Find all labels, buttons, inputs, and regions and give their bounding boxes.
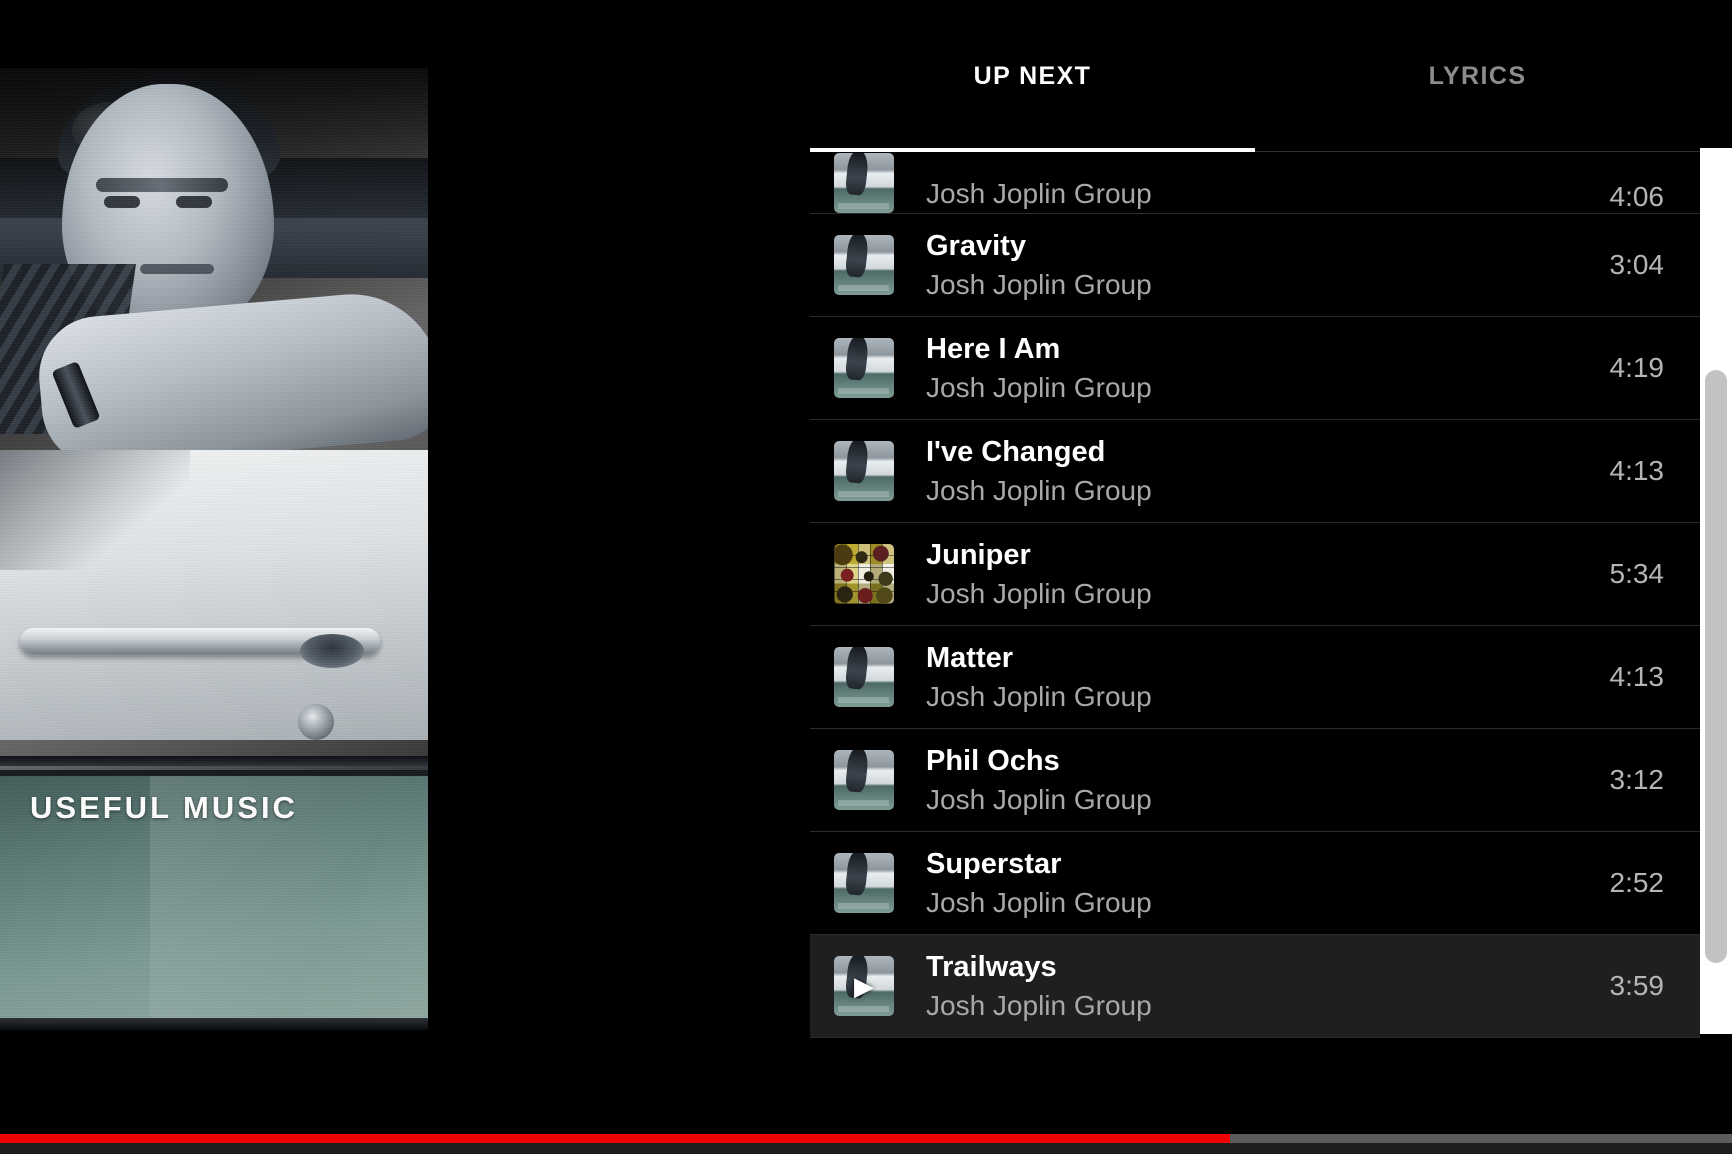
track-thumbnail <box>834 235 894 295</box>
track-artist: Josh Joplin Group <box>926 178 1152 210</box>
track-artist: Josh Joplin Group <box>926 989 1152 1021</box>
queue-panel: UP NEXT LYRICS Josh Joplin Group 4:06 Grav… <box>810 0 1700 1134</box>
vertical-scrollbar[interactable] <box>1700 148 1732 1034</box>
track-title: Here I Am <box>926 332 1061 365</box>
car-trim-line <box>0 756 428 766</box>
track-meta: Gravity Josh Joplin Group <box>926 227 1610 304</box>
track-artist: Josh Joplin Group <box>926 371 1152 403</box>
car-body-shadow <box>0 450 190 570</box>
track-title: Trailways <box>926 950 1057 983</box>
track-meta: Superstar Josh Joplin Group <box>926 845 1610 922</box>
play-icon: ▶ <box>854 971 874 1001</box>
queue-row[interactable]: Josh Joplin Group 4:06 <box>810 152 1700 214</box>
track-title: Juniper <box>926 538 1031 571</box>
track-thumbnail <box>834 441 894 501</box>
queue-row[interactable]: Phil Ochs Josh Joplin Group 3:12 <box>810 729 1700 832</box>
track-artist: Josh Joplin Group <box>926 268 1152 300</box>
queue-list[interactable]: Josh Joplin Group 4:06 Gravity Josh Joplin … <box>810 152 1700 1134</box>
track-meta: Here I Am Josh Joplin Group <box>926 330 1610 407</box>
track-thumbnail <box>834 338 894 398</box>
track-meta: Phil Ochs Josh Joplin Group <box>926 742 1610 819</box>
queue-row[interactable]: Gravity Josh Joplin Group 3:04 <box>810 214 1700 317</box>
queue-row[interactable]: Juniper Josh Joplin Group 5:34 <box>810 523 1700 626</box>
track-meta: Trailways Josh Joplin Group <box>926 948 1610 1025</box>
queue-row[interactable]: ▶ Trailways Josh Joplin Group 3:59 <box>810 935 1700 1038</box>
progress-fill <box>0 1134 1230 1143</box>
track-title: Phil Ochs <box>926 744 1060 777</box>
track-title: I've Changed <box>926 435 1106 468</box>
album-art-bottom-edge <box>0 1018 428 1030</box>
track-meta: Matter Josh Joplin Group <box>926 639 1610 716</box>
tab-bar: UP NEXT LYRICS <box>810 0 1700 152</box>
background-gap <box>428 68 810 1030</box>
track-duration: 5:34 <box>1609 558 1665 589</box>
album-title-text: USEFUL MUSIC <box>30 790 298 825</box>
tab-lyrics[interactable]: LYRICS <box>1255 0 1700 152</box>
track-thumbnail <box>834 153 894 213</box>
scrollbar-thumb[interactable] <box>1705 369 1727 964</box>
track-artist: Josh Joplin Group <box>926 577 1152 609</box>
car-handle-recess <box>300 634 364 668</box>
player-screen: USEFUL MUSIC UP NEXT LYRICS Josh Joplin … <box>0 0 1732 1154</box>
track-meta: I've Changed Josh Joplin Group <box>926 433 1610 510</box>
tab-up-next[interactable]: UP NEXT <box>810 0 1255 152</box>
playback-progress-bar[interactable] <box>0 1134 1732 1154</box>
queue-row[interactable]: I've Changed Josh Joplin Group 4:13 <box>810 420 1700 523</box>
album-art-canvas: USEFUL MUSIC <box>0 68 428 1030</box>
track-artist: Josh Joplin Group <box>926 886 1152 918</box>
track-artist: Josh Joplin Group <box>926 783 1152 815</box>
track-thumbnail <box>834 750 894 810</box>
person-eye-left <box>104 196 140 208</box>
person-eye-right <box>176 196 212 208</box>
track-duration: 4:19 <box>1609 352 1665 383</box>
track-thumbnail: ▶ <box>834 956 894 1016</box>
car-door-lock <box>298 704 334 740</box>
track-duration: 4:13 <box>1609 455 1665 486</box>
track-duration: 2:52 <box>1609 867 1665 898</box>
person-brow <box>96 178 228 192</box>
track-duration: 4:06 <box>1609 181 1665 212</box>
track-duration: 3:12 <box>1609 764 1665 795</box>
track-artist: Josh Joplin Group <box>926 474 1152 506</box>
track-title: Matter <box>926 641 1014 674</box>
queue-row[interactable]: Superstar Josh Joplin Group 2:52 <box>810 832 1700 935</box>
track-thumbnail <box>834 853 894 913</box>
track-thumbnail <box>834 544 894 604</box>
track-duration: 3:04 <box>1609 249 1665 280</box>
album-art[interactable]: USEFUL MUSIC <box>0 68 428 1030</box>
queue-row[interactable]: Matter Josh Joplin Group 4:13 <box>810 626 1700 729</box>
person-mouth <box>140 264 214 274</box>
track-meta: Josh Joplin Group <box>926 175 1610 213</box>
track-meta: Juniper Josh Joplin Group <box>926 536 1610 613</box>
track-duration: 3:59 <box>1609 970 1665 1001</box>
track-thumbnail <box>834 647 894 707</box>
queue-row[interactable]: Here I Am Josh Joplin Group 4:19 <box>810 317 1700 420</box>
track-title: Gravity <box>926 229 1026 262</box>
track-title: Superstar <box>926 847 1062 880</box>
track-artist: Josh Joplin Group <box>926 680 1152 712</box>
track-duration: 4:13 <box>1609 661 1665 692</box>
